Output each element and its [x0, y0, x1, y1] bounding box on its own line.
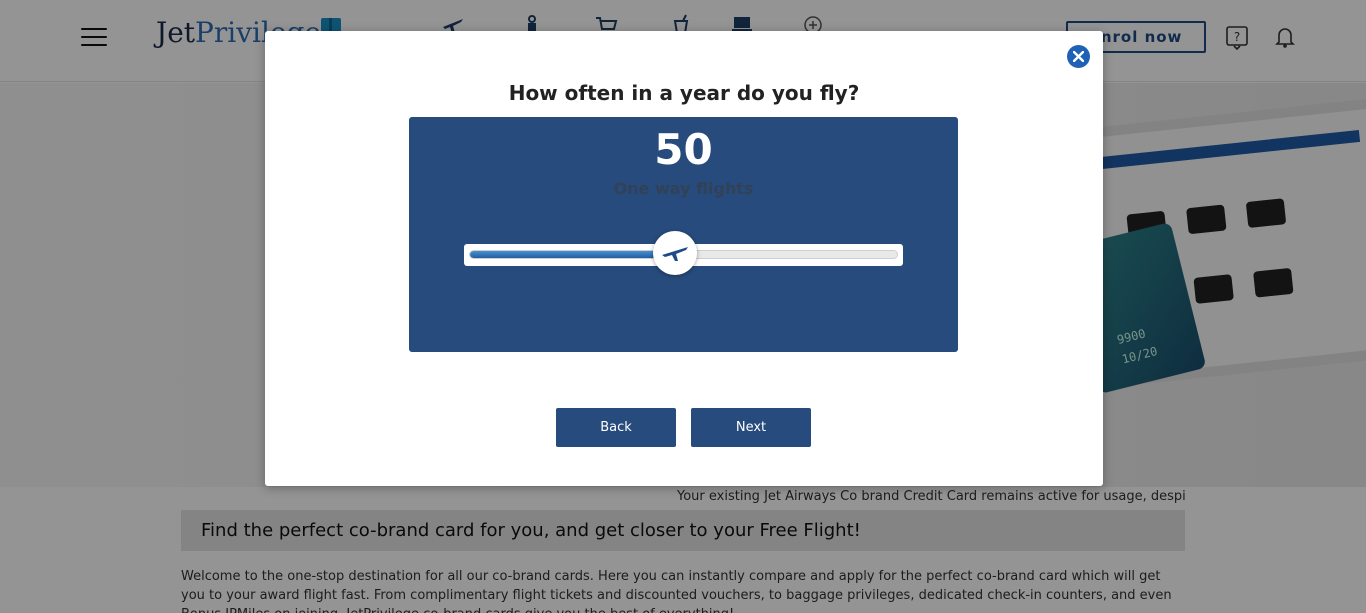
next-button[interactable]: Next	[691, 408, 811, 447]
modal-title: How often in a year do you fly?	[508, 81, 860, 105]
slider-panel: 50 One way flights	[409, 117, 958, 352]
back-button[interactable]: Back	[556, 408, 676, 447]
flight-frequency-modal: How often in a year do you fly? 50 One w…	[265, 31, 1103, 486]
airplane-icon[interactable]	[652, 231, 697, 275]
close-icon[interactable]	[1067, 45, 1090, 68]
flight-unit-label: One way flights	[613, 179, 754, 198]
flight-count-value: 50	[654, 125, 713, 174]
slider-fill	[470, 251, 675, 258]
